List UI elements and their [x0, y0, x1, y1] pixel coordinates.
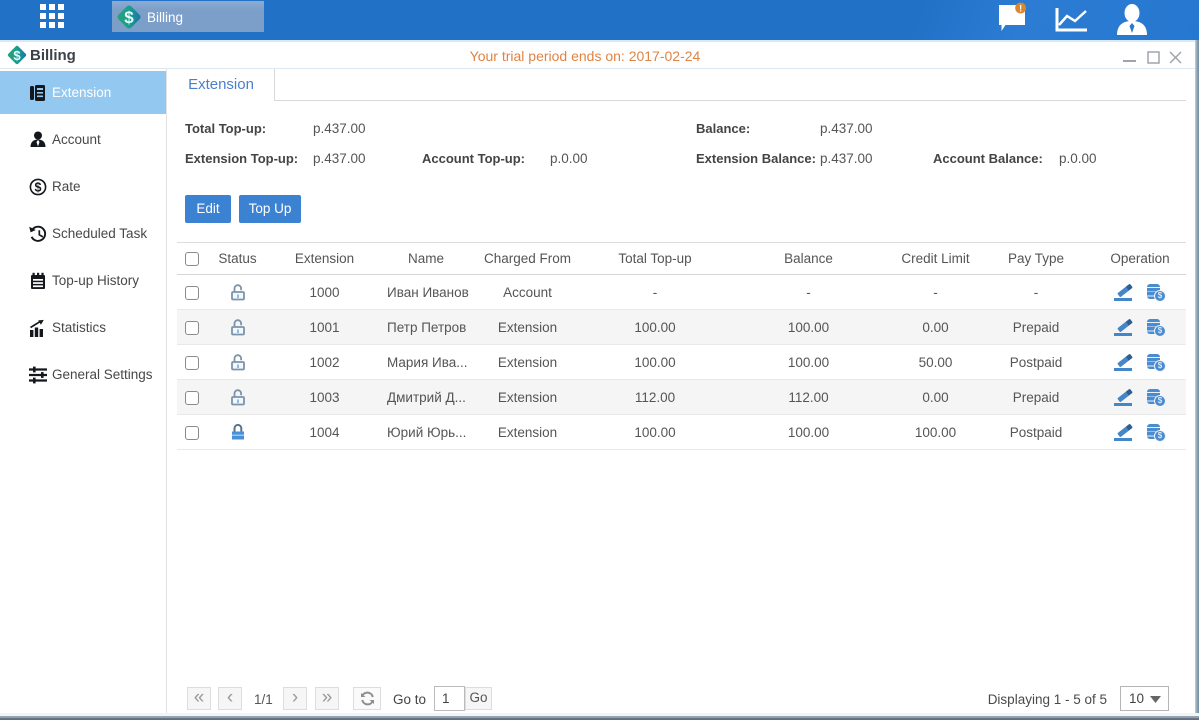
- svg-text:$: $: [35, 181, 42, 195]
- svg-text:$: $: [124, 8, 134, 27]
- svg-text:!: !: [1019, 4, 1022, 14]
